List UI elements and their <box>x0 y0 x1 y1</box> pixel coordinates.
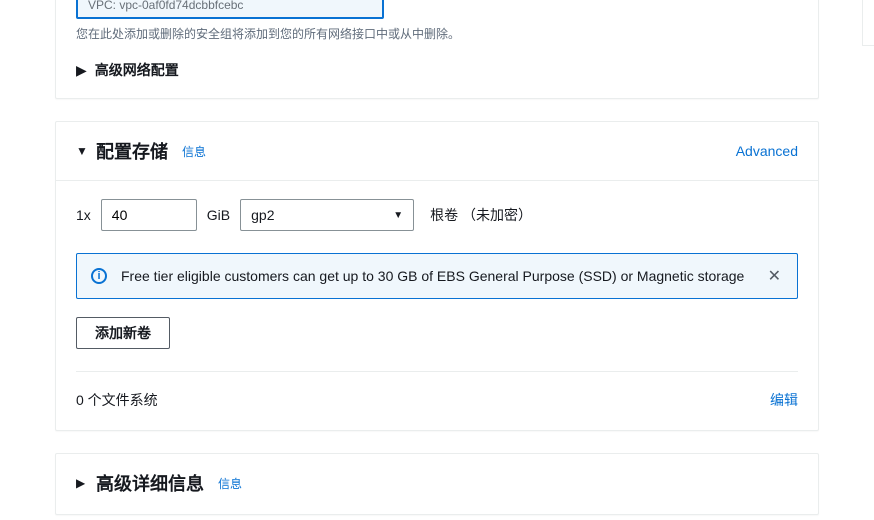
close-icon[interactable]: ✕ <box>766 266 783 286</box>
storage-title: 配置存储 <box>96 138 168 164</box>
volume-type-select[interactable]: gp2 ▼ <box>240 199 414 231</box>
add-volume-button[interactable]: 添加新卷 <box>76 317 170 349</box>
volume-count: 1x <box>76 207 91 223</box>
advanced-details-panel: ▶ 高级详细信息 信息 <box>55 453 819 515</box>
advanced-details-title: 高级详细信息 <box>96 470 204 496</box>
free-tier-message: Free tier eligible customers can get up … <box>121 268 752 284</box>
storage-info-link[interactable]: 信息 <box>182 143 206 160</box>
vpc-value: VPC: vpc-0af0fd74dcbbfcebc <box>88 0 243 12</box>
network-settings-panel: VPC: vpc-0af0fd74dcbbfcebc 您在此处添加或删除的安全组… <box>55 0 819 99</box>
vpc-select[interactable]: VPC: vpc-0af0fd74dcbbfcebc <box>76 0 384 19</box>
configure-storage-panel: ▼ 配置存储 信息 Advanced 1x GiB gp2 ▼ 根卷 （未加密）… <box>55 121 819 431</box>
storage-panel-header: ▼ 配置存储 信息 Advanced <box>56 122 818 180</box>
right-sidebar-stub <box>862 0 874 46</box>
security-group-hint: 您在此处添加或删除的安全组将添加到您的所有网络接口中或从中删除。 <box>76 25 798 42</box>
advanced-network-toggle[interactable]: ▶ 高级网络配置 <box>76 60 798 80</box>
file-systems-edit-link[interactable]: 编辑 <box>770 390 798 410</box>
file-systems-row: 0 个文件系统 编辑 <box>76 371 798 410</box>
chevron-down-icon: ▼ <box>393 210 403 221</box>
advanced-network-label: 高级网络配置 <box>95 60 179 80</box>
file-systems-count: 0 个文件系统 <box>76 390 158 410</box>
root-volume-label: 根卷 （未加密） <box>430 205 532 225</box>
caret-down-icon[interactable]: ▼ <box>76 144 88 158</box>
volume-size-input[interactable] <box>101 199 197 231</box>
volume-unit: GiB <box>207 207 230 223</box>
advanced-details-header: ▶ 高级详细信息 信息 <box>56 454 818 514</box>
storage-advanced-link[interactable]: Advanced <box>736 143 798 159</box>
advanced-details-info-link[interactable]: 信息 <box>218 475 242 492</box>
root-volume-row: 1x GiB gp2 ▼ 根卷 （未加密） <box>76 199 798 231</box>
caret-right-icon: ▶ <box>76 62 87 79</box>
volume-type-value: gp2 <box>251 207 274 223</box>
info-icon: i <box>91 268 107 284</box>
caret-right-icon[interactable]: ▶ <box>76 476 88 490</box>
free-tier-info-box: i Free tier eligible customers can get u… <box>76 253 798 299</box>
